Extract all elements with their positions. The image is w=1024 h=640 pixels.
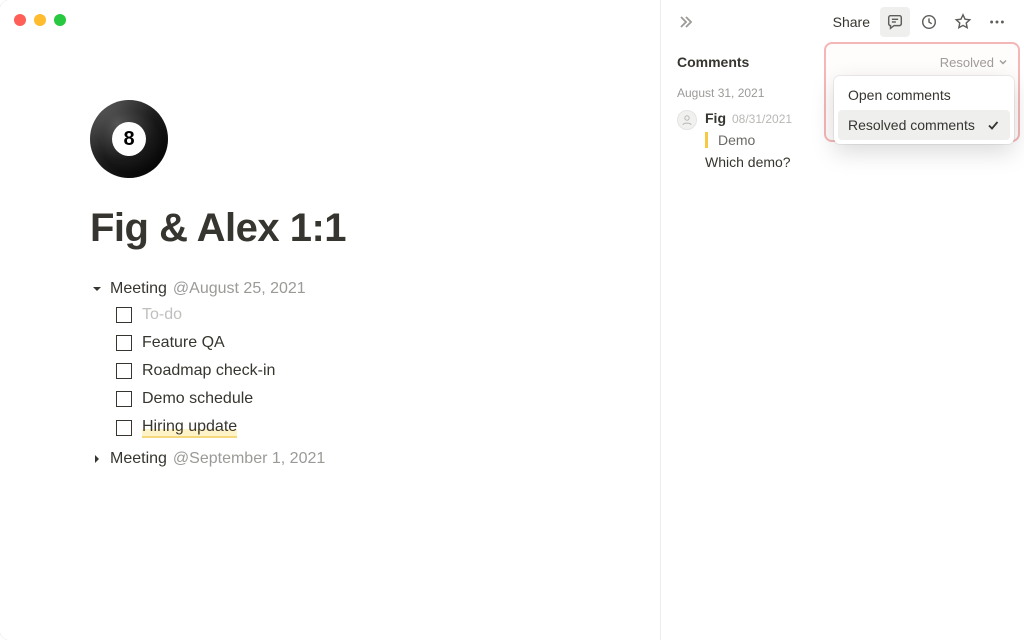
history-icon[interactable] [914, 7, 944, 37]
comments-filter-button[interactable]: Resolved [940, 55, 1008, 70]
avatar [677, 110, 697, 130]
todo-item[interactable]: Roadmap check-in [116, 357, 570, 385]
todo-item[interactable]: Demo schedule [116, 385, 570, 413]
todo-label: Demo schedule [142, 390, 253, 408]
toggle-label: Meeting [110, 280, 167, 298]
comment-date: 08/31/2021 [732, 112, 792, 126]
toggle-block-meeting-1: Meeting @August 25, 2021 To-do Feature Q… [90, 277, 570, 443]
chevron-down-icon[interactable] [90, 282, 104, 296]
checkbox[interactable] [116, 307, 132, 323]
comment-author: Fig [705, 110, 726, 126]
comments-icon[interactable] [880, 7, 910, 37]
page-icon[interactable]: 8 [90, 100, 168, 178]
check-icon [986, 118, 1000, 132]
todo-list: To-do Feature QA Roadmap check-in Demo s… [90, 301, 570, 443]
star-icon[interactable] [948, 7, 978, 37]
eight-ball-icon: 8 [112, 122, 146, 156]
todo-label: To-do [142, 306, 182, 324]
comment-text: Which demo? [705, 154, 1008, 170]
dropdown-item-resolved-comments[interactable]: Resolved comments [838, 110, 1010, 140]
toggle-label: Meeting [110, 450, 167, 468]
dropdown-item-label: Resolved comments [848, 117, 975, 133]
comments-filter-dropdown: Open comments Resolved comments [834, 76, 1014, 144]
dropdown-item-label: Open comments [848, 87, 951, 103]
toggle-header[interactable]: Meeting @August 25, 2021 [90, 277, 570, 301]
more-icon[interactable] [982, 7, 1012, 37]
checkbox[interactable] [116, 363, 132, 379]
checkbox[interactable] [116, 420, 132, 436]
checkbox[interactable] [116, 335, 132, 351]
filter-label: Resolved [940, 55, 994, 70]
todo-item[interactable]: Feature QA [116, 329, 570, 357]
chevron-right-icon[interactable] [90, 452, 104, 466]
collapse-sidebar-button[interactable] [673, 10, 697, 34]
page-title[interactable]: Fig & Alex 1:1 [90, 206, 570, 251]
checkbox[interactable] [116, 391, 132, 407]
chevron-down-icon [998, 57, 1008, 67]
dropdown-item-open-comments[interactable]: Open comments [838, 80, 1010, 110]
toggle-header[interactable]: Meeting @September 1, 2021 [90, 447, 570, 471]
comments-sidebar: Share Comments Resolved [660, 0, 1024, 640]
date-mention[interactable]: @August 25, 2021 [173, 280, 306, 298]
page-main-content: 8 Fig & Alex 1:1 Meeting @August 25, 202… [0, 0, 660, 640]
todo-item[interactable]: To-do [116, 301, 570, 329]
todo-item[interactable]: Hiring update [116, 413, 570, 443]
todo-label: Feature QA [142, 334, 225, 352]
date-mention[interactable]: @September 1, 2021 [173, 450, 325, 468]
todo-label: Roadmap check-in [142, 362, 275, 380]
share-button[interactable]: Share [827, 10, 876, 34]
todo-label: Hiring update [142, 418, 237, 438]
toggle-block-meeting-2: Meeting @September 1, 2021 [90, 447, 570, 471]
sidebar-topbar: Share [661, 0, 1024, 44]
comments-title: Comments [677, 54, 749, 70]
